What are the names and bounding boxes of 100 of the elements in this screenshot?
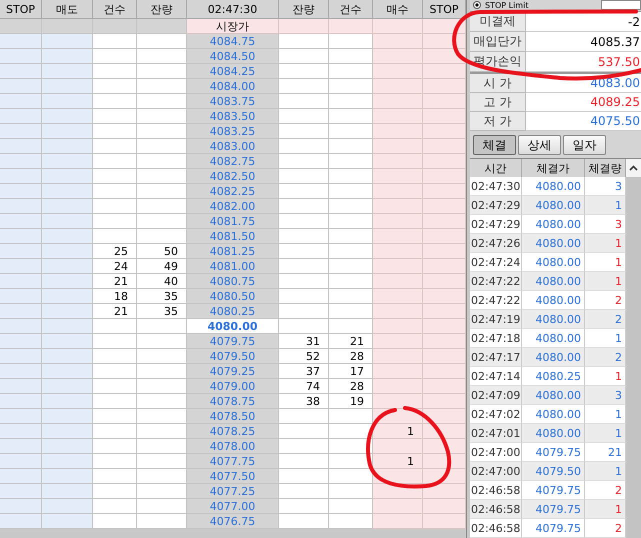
table-cell: 37 bbox=[279, 364, 329, 379]
table-cell bbox=[0, 349, 42, 364]
table-cell bbox=[373, 319, 423, 334]
table-cell bbox=[0, 124, 42, 139]
column-header: 02:47:30 bbox=[187, 0, 279, 19]
table-cell bbox=[93, 139, 137, 154]
table-cell bbox=[0, 199, 42, 214]
table-cell: 4080.00 bbox=[522, 215, 585, 234]
price-cell: 4078.00 bbox=[187, 439, 279, 454]
price-cell: 4078.25 bbox=[187, 424, 279, 439]
table-cell bbox=[423, 334, 466, 349]
table-cell: 49 bbox=[137, 259, 187, 274]
table-cell: 18 bbox=[93, 289, 137, 304]
table-cell bbox=[373, 19, 423, 34]
table-cell: 02:46:58 bbox=[470, 519, 522, 538]
table-cell bbox=[423, 394, 466, 409]
table-cell bbox=[93, 424, 137, 439]
table-cell: 31 bbox=[279, 334, 329, 349]
table-cell bbox=[279, 289, 329, 304]
price-cell: 4084.75 bbox=[187, 34, 279, 49]
table-cell bbox=[279, 409, 329, 424]
table-cell: 4079.75 bbox=[522, 519, 585, 538]
table-cell bbox=[329, 154, 373, 169]
price-cell: 4080.00 bbox=[187, 319, 279, 334]
table-cell bbox=[137, 49, 187, 64]
table-cell: 21 bbox=[585, 443, 626, 462]
table-cell bbox=[42, 499, 93, 514]
table-cell bbox=[423, 454, 466, 469]
table-cell bbox=[42, 64, 93, 79]
table-cell bbox=[329, 499, 373, 514]
table-cell bbox=[423, 409, 466, 424]
table-cell bbox=[137, 34, 187, 49]
table-cell bbox=[42, 184, 93, 199]
table-cell bbox=[279, 34, 329, 49]
table-cell bbox=[373, 169, 423, 184]
price-cell: 4083.50 bbox=[187, 109, 279, 124]
table-cell bbox=[423, 94, 466, 109]
table-cell bbox=[0, 34, 42, 49]
table-cell bbox=[279, 169, 329, 184]
dropdown-field[interactable] bbox=[601, 0, 641, 10]
table-cell bbox=[0, 64, 42, 79]
table-cell: 1 bbox=[585, 196, 626, 215]
table-cell bbox=[0, 454, 42, 469]
column-header: 건수 bbox=[93, 0, 137, 19]
price-cell: 4079.75 bbox=[187, 334, 279, 349]
tab[interactable]: 일자 bbox=[563, 135, 606, 155]
table-cell bbox=[423, 439, 466, 454]
table-cell bbox=[423, 49, 466, 64]
table-cell: 17 bbox=[329, 364, 373, 379]
table-cell bbox=[93, 64, 137, 79]
table-cell bbox=[93, 49, 137, 64]
column-header: 매도 bbox=[42, 0, 93, 19]
table-cell bbox=[279, 184, 329, 199]
tab[interactable]: 체결 bbox=[473, 135, 516, 155]
table-cell bbox=[42, 409, 93, 424]
table-cell: 02:47:22 bbox=[470, 291, 522, 310]
table-cell: 4080.00 bbox=[522, 272, 585, 291]
table-cell bbox=[93, 484, 137, 499]
table-cell: 2 bbox=[585, 481, 626, 500]
table-cell: 02:47:14 bbox=[470, 367, 522, 386]
table-cell bbox=[373, 64, 423, 79]
table-cell bbox=[373, 334, 423, 349]
table-cell bbox=[137, 79, 187, 94]
table-cell bbox=[42, 484, 93, 499]
scroll-up-icon[interactable] bbox=[626, 159, 641, 177]
table-cell: 02:47:17 bbox=[470, 348, 522, 367]
table-cell: 02:46:58 bbox=[470, 481, 522, 500]
table-cell bbox=[42, 124, 93, 139]
radio-button[interactable] bbox=[473, 1, 481, 9]
table-cell bbox=[0, 319, 42, 334]
table-cell bbox=[373, 259, 423, 274]
tab[interactable]: 상세 bbox=[518, 135, 561, 155]
table-cell bbox=[0, 334, 42, 349]
table-cell bbox=[373, 274, 423, 289]
price-cell: 4082.00 bbox=[187, 199, 279, 214]
price-cell: 4079.25 bbox=[187, 364, 279, 379]
table-cell bbox=[423, 514, 466, 529]
table-cell bbox=[423, 109, 466, 124]
table-cell bbox=[423, 124, 466, 139]
table-cell bbox=[329, 109, 373, 124]
table-cell bbox=[423, 229, 466, 244]
table-cell bbox=[329, 259, 373, 274]
table-cell bbox=[279, 94, 329, 109]
table-cell bbox=[42, 259, 93, 274]
table-cell: 02:47:30 bbox=[470, 177, 522, 196]
table-cell bbox=[93, 499, 137, 514]
table-cell bbox=[137, 424, 187, 439]
table-cell bbox=[0, 169, 42, 184]
table-cell bbox=[329, 409, 373, 424]
table-cell bbox=[93, 109, 137, 124]
table-cell bbox=[42, 154, 93, 169]
table-cell bbox=[93, 19, 137, 34]
price-cell: 4081.00 bbox=[187, 259, 279, 274]
table-cell bbox=[423, 154, 466, 169]
table-cell bbox=[279, 244, 329, 259]
table-cell bbox=[423, 364, 466, 379]
table-cell bbox=[93, 154, 137, 169]
table-cell: 1 bbox=[585, 367, 626, 386]
table-cell bbox=[373, 49, 423, 64]
table-cell bbox=[279, 79, 329, 94]
